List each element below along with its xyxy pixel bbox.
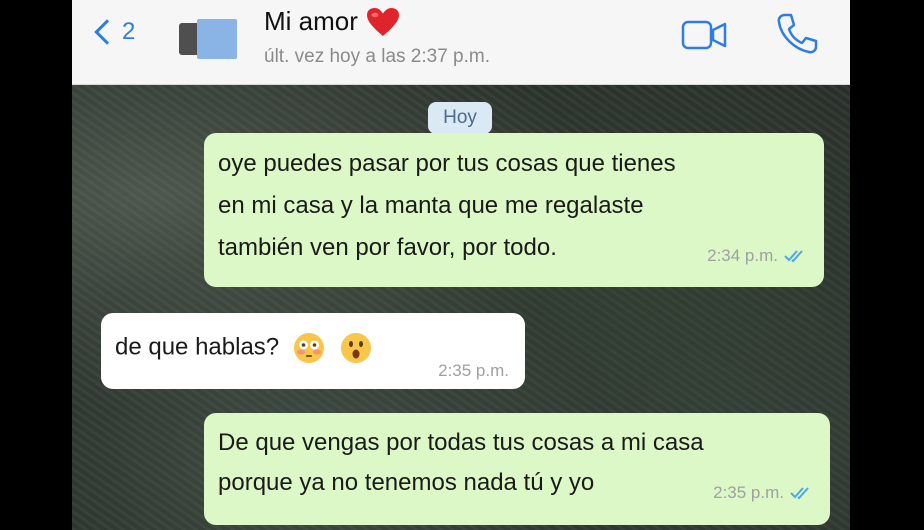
phone-call-icon[interactable] [776,12,818,56]
heart-icon [366,7,399,36]
back-button[interactable]: 2 [92,18,135,46]
message-time: 2:35 p.m. [713,483,784,502]
chat-header: 2 Mi amor últ. vez hoy a las 2:37 p.m. [72,0,850,85]
message-bubble-outgoing[interactable]: De que vengas por todas tus cosas a mi c… [204,413,830,525]
astonished-face-icon [340,333,371,363]
message-line: De que vengas por todas tus cosas a mi c… [218,429,704,456]
double-check-icon [784,250,803,263]
message-meta: 2:35 p.m. [713,473,814,513]
message-text: de que hablas? [115,333,280,361]
video-call-icon[interactable] [681,18,729,52]
avatar[interactable] [179,17,237,59]
chat-screen: 2 Mi amor últ. vez hoy a las 2:37 p.m. H… [72,0,850,530]
message-line: en mi casa y la manta que me regalaste [218,192,644,219]
message-bubble-incoming[interactable]: de que hablas? 2:35 p.m. [101,313,525,389]
message-time: 2:34 p.m. [707,246,778,265]
flushed-face-icon [293,333,324,363]
message-meta: 2:35 p.m. [438,361,509,381]
unread-count: 2 [122,18,136,45]
contact-name: Mi amor [264,6,358,36]
message-meta: 2:34 p.m. [707,235,808,277]
contact-name-row[interactable]: Mi amor [264,6,400,37]
message-line: oye puedes pasar por tus cosas que tiene… [218,150,676,177]
chevron-left-icon [94,19,120,45]
double-check-icon [790,487,809,500]
last-seen-status: últ. vez hoy a las 2:37 p.m. [264,46,491,67]
message-time: 2:35 p.m. [438,361,509,380]
day-separator: Hoy [428,102,492,134]
message-bubble-outgoing[interactable]: oye puedes pasar por tus cosas que tiene… [204,133,824,287]
